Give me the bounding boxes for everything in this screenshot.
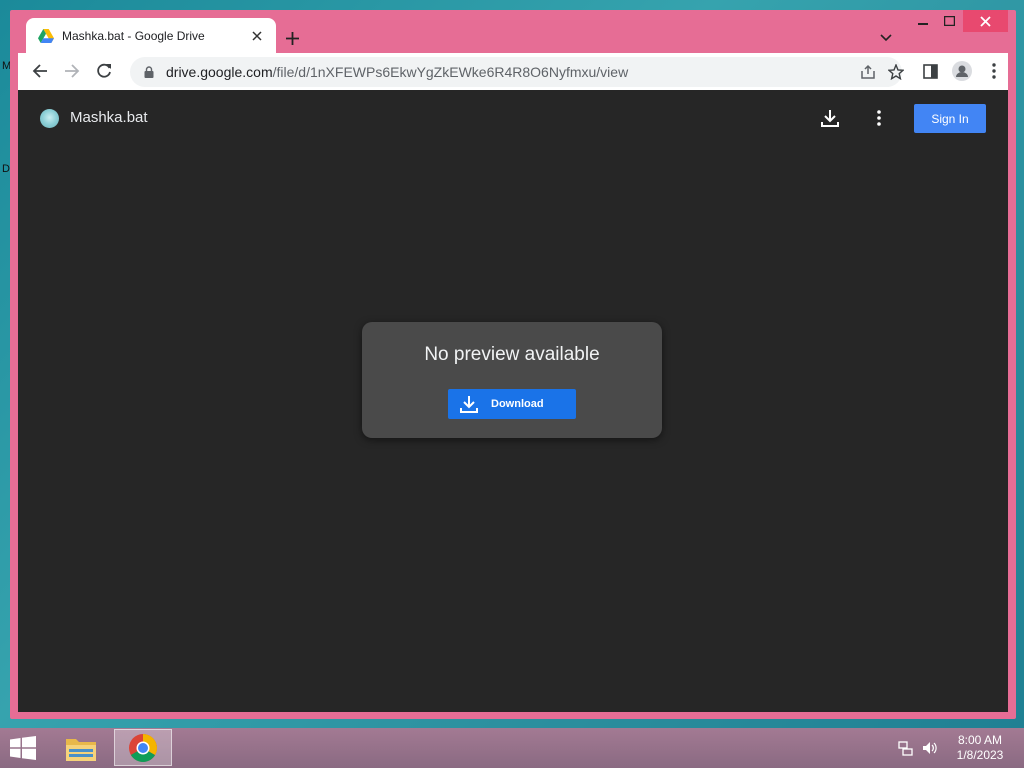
maximize-button[interactable] xyxy=(936,10,963,32)
url-text: drive.google.com/file/d/1nXFEWPs6EkwYgZk… xyxy=(166,64,628,80)
download-icon xyxy=(821,110,839,127)
back-button[interactable] xyxy=(24,55,56,87)
reload-icon xyxy=(97,63,111,78)
file-name: Mashka.bat xyxy=(70,109,148,126)
more-vert-icon xyxy=(992,63,996,79)
browser-menu-button[interactable] xyxy=(978,55,1010,87)
drive-header: Mashka.bat Sign In xyxy=(18,90,1008,146)
close-icon xyxy=(252,30,262,41)
browser-toolbar: drive.google.com/file/d/1nXFEWPs6EkwYgZk… xyxy=(18,53,1008,90)
folder-icon xyxy=(66,739,96,761)
maximize-icon xyxy=(944,16,955,26)
clock-time: 8:00 AM xyxy=(957,733,1003,747)
side-panel-icon xyxy=(922,63,938,79)
more-vert-icon xyxy=(877,110,881,126)
url-host: drive.google.com xyxy=(166,64,273,80)
tab-search-button[interactable] xyxy=(874,26,898,50)
chrome-taskbar-button[interactable] xyxy=(114,729,172,766)
no-preview-message: No preview available xyxy=(424,344,600,365)
sign-in-button[interactable]: Sign In xyxy=(914,104,986,133)
volume-icon[interactable] xyxy=(922,740,938,756)
chrome-icon xyxy=(129,733,157,762)
close-window-button[interactable] xyxy=(963,10,1008,32)
clock-date: 1/8/2023 xyxy=(956,748,1004,762)
more-actions-button[interactable] xyxy=(867,106,891,130)
share-icon xyxy=(861,64,875,79)
address-bar[interactable]: drive.google.com/file/d/1nXFEWPs6EkwYgZk… xyxy=(130,57,905,87)
arrow-right-icon xyxy=(65,64,80,78)
drive-viewer: Mashka.bat Sign In No preview available … xyxy=(18,90,1008,712)
side-panel-button[interactable] xyxy=(914,55,946,87)
browser-window: Mashka.bat - Google Drive drive.google.c… xyxy=(10,10,1016,719)
plus-icon xyxy=(285,31,299,45)
bookmark-button[interactable] xyxy=(887,63,905,85)
tab-title: Mashka.bat - Google Drive xyxy=(62,28,205,43)
desktop-icon-label: D xyxy=(2,163,10,175)
arrow-left-icon xyxy=(32,64,47,78)
browser-tab[interactable]: Mashka.bat - Google Drive xyxy=(26,18,276,53)
share-button[interactable] xyxy=(860,64,876,85)
system-clock[interactable]: 8:00 AM 1/8/2023 xyxy=(948,733,1012,763)
tab-close-button[interactable] xyxy=(248,27,266,45)
avatar-icon xyxy=(952,61,972,81)
download-button-label: Download xyxy=(491,398,544,410)
no-preview-card: No preview available Download xyxy=(362,322,662,438)
taskbar: 8:00 AM 1/8/2023 xyxy=(0,728,1024,768)
reload-button[interactable] xyxy=(88,55,120,87)
google-drive-icon xyxy=(38,28,54,43)
url-path: /file/d/1nXFEWPs6EkwYgZkEWke6R4R8O6Nyfmx… xyxy=(272,64,629,80)
windows-logo-icon xyxy=(10,736,36,760)
forward-button[interactable] xyxy=(56,55,88,87)
profile-button[interactable] xyxy=(946,55,978,87)
lock-icon xyxy=(144,66,154,78)
minimize-button[interactable] xyxy=(909,10,936,32)
minimize-icon xyxy=(917,23,928,25)
file-type-icon xyxy=(40,109,59,128)
file-explorer-taskbar-button[interactable] xyxy=(60,731,102,765)
star-icon xyxy=(887,63,905,81)
header-download-button[interactable] xyxy=(818,106,842,130)
start-button[interactable] xyxy=(8,736,38,760)
window-controls xyxy=(909,10,1008,34)
download-button[interactable]: Download xyxy=(448,389,576,419)
chevron-down-icon xyxy=(880,34,892,42)
close-icon xyxy=(980,15,991,27)
new-tab-button[interactable] xyxy=(280,26,304,50)
download-icon xyxy=(460,396,478,413)
network-icon[interactable] xyxy=(898,740,914,756)
